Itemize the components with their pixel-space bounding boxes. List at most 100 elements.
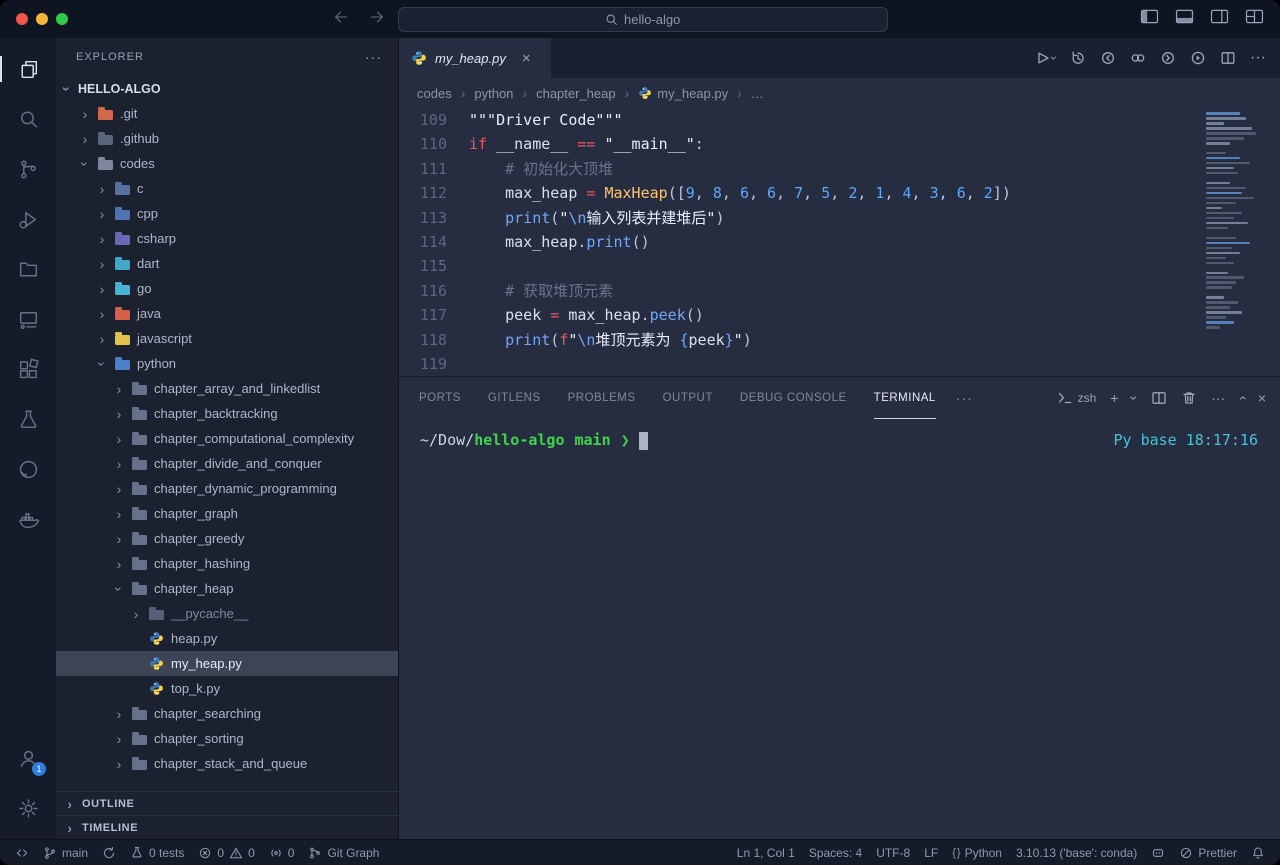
- maximize-panel-icon[interactable]: ›: [1233, 396, 1249, 401]
- activity-settings[interactable]: [0, 783, 56, 833]
- tree-item-chapter_sorting[interactable]: ›chapter_sorting: [56, 726, 398, 751]
- navigate-forward-icon[interactable]: [368, 8, 386, 31]
- tree-item-java[interactable]: ›java: [56, 301, 398, 326]
- minimize-window-button[interactable]: [36, 13, 48, 25]
- tree-root-hello-algo[interactable]: › HELLO-ALGO: [56, 76, 398, 101]
- branch-indicator[interactable]: main: [36, 840, 95, 865]
- code-line[interactable]: # 获取堆顶元素: [469, 279, 1011, 303]
- panel-more-actions-icon[interactable]: ···: [1211, 390, 1225, 406]
- run-python-file-button[interactable]: ›: [1034, 50, 1056, 66]
- code-line[interactable]: print(f"\n堆顶元素为 {peek}"): [469, 328, 1011, 352]
- activity-accounts[interactable]: 1: [0, 733, 56, 783]
- panel-tab-problems[interactable]: PROBLEMS: [568, 377, 636, 419]
- editor-more-actions-icon[interactable]: ···: [1250, 49, 1266, 67]
- timeline-section[interactable]: › TIMELINE: [56, 815, 398, 839]
- tab-my-heap-py[interactable]: my_heap.py ×: [399, 38, 551, 78]
- new-terminal-button[interactable]: +: [1110, 390, 1118, 406]
- tree-item-csharp[interactable]: ›csharp: [56, 226, 398, 251]
- tree-item-chapter_divide_and_conquer[interactable]: ›chapter_divide_and_conquer: [56, 451, 398, 476]
- broadcast-indicator[interactable]: 0: [262, 840, 302, 865]
- terminal-dropdown-icon[interactable]: ›: [1127, 396, 1143, 401]
- git-graph-button[interactable]: Git Graph: [301, 840, 386, 865]
- file-history-icon[interactable]: [1070, 50, 1086, 66]
- kill-terminal-icon[interactable]: [1181, 390, 1197, 406]
- navigate-back-icon[interactable]: [332, 8, 350, 31]
- breadcrumb-my-heap-py[interactable]: my_heap.py: [638, 86, 728, 101]
- python-interpreter[interactable]: 3.10.13 ('base': conda): [1009, 846, 1144, 860]
- code-line[interactable]: # 初始化大顶堆: [469, 157, 1011, 181]
- cursor-position[interactable]: Ln 1, Col 1: [730, 846, 802, 860]
- sync-changes-button[interactable]: [95, 840, 123, 865]
- tree-item-my_heap.py[interactable]: ›my_heap.py: [56, 651, 398, 676]
- split-editor-icon[interactable]: [1220, 50, 1236, 66]
- panel-tab-gitlens[interactable]: GITLENS: [488, 377, 541, 419]
- terminal[interactable]: ~/Dow/hello-algomain❯ Py base 18:17:16: [399, 419, 1280, 839]
- open-changes-next-icon[interactable]: [1160, 50, 1176, 66]
- toggle-sidebar-icon[interactable]: [1140, 9, 1159, 29]
- panel-tab-terminal[interactable]: TERMINAL: [874, 377, 936, 419]
- activity-run-debug[interactable]: [0, 194, 56, 244]
- indentation-setting[interactable]: Spaces: 4: [802, 846, 869, 860]
- code-line[interactable]: max_heap.print(): [469, 230, 1011, 254]
- eol-setting[interactable]: LF: [917, 846, 945, 860]
- tree-item-python[interactable]: ›python: [56, 351, 398, 376]
- tree-item-c[interactable]: ›c: [56, 176, 398, 201]
- activity-file-explorer[interactable]: [0, 244, 56, 294]
- tree-item-cpp[interactable]: ›cpp: [56, 201, 398, 226]
- open-changes-prev-icon[interactable]: [1100, 50, 1116, 66]
- code-line[interactable]: peek = max_heap.peek(): [469, 303, 1011, 327]
- tree-item-chapter_hashing[interactable]: ›chapter_hashing: [56, 551, 398, 576]
- code-line[interactable]: max_heap = MaxHeap([9, 8, 6, 6, 7, 5, 2,…: [469, 181, 1011, 205]
- tree-item-.git[interactable]: ›.git: [56, 101, 398, 126]
- explorer-more-actions-icon[interactable]: ···: [365, 49, 382, 65]
- code-line[interactable]: """Driver Code""": [469, 108, 1011, 132]
- tree-item-chapter_graph[interactable]: ›chapter_graph: [56, 501, 398, 526]
- tree-item-chapter_array_and_linkedlist[interactable]: ›chapter_array_and_linkedlist: [56, 376, 398, 401]
- close-window-button[interactable]: [16, 13, 28, 25]
- tree-item-__pycache__[interactable]: ›__pycache__: [56, 601, 398, 626]
- outline-section[interactable]: › OUTLINE: [56, 791, 398, 815]
- breadcrumb-chapter-heap[interactable]: chapter_heap: [536, 86, 616, 101]
- activity-explorer[interactable]: [0, 44, 56, 94]
- tree-item-chapter_dynamic_programming[interactable]: ›chapter_dynamic_programming: [56, 476, 398, 501]
- tests-indicator[interactable]: 0 tests: [123, 840, 191, 865]
- activity-source-control[interactable]: [0, 144, 56, 194]
- command-center-search[interactable]: hello-algo: [398, 7, 888, 32]
- run-dropdown-icon[interactable]: ›: [1047, 56, 1061, 60]
- notifications-bell[interactable]: [1244, 846, 1272, 860]
- close-panel-icon[interactable]: ×: [1258, 390, 1266, 406]
- tree-item-chapter_stack_and_queue[interactable]: ›chapter_stack_and_queue: [56, 751, 398, 776]
- tree-item-chapter_backtracking[interactable]: ›chapter_backtracking: [56, 401, 398, 426]
- run-interactive-icon[interactable]: [1190, 50, 1206, 66]
- panel-tabs-more-icon[interactable]: ···: [956, 390, 973, 406]
- code-line[interactable]: [469, 254, 1011, 278]
- problems-indicator[interactable]: 0 0: [191, 840, 261, 865]
- open-changes-icon[interactable]: [1130, 50, 1146, 66]
- panel-tab-output[interactable]: OUTPUT: [663, 377, 713, 419]
- activity-docker[interactable]: [0, 494, 56, 544]
- remote-indicator[interactable]: [8, 840, 36, 865]
- tree-item-heap.py[interactable]: ›heap.py: [56, 626, 398, 651]
- panel-tab-debug-console[interactable]: DEBUG CONSOLE: [740, 377, 847, 419]
- activity-testing[interactable]: [0, 394, 56, 444]
- split-terminal-icon[interactable]: [1151, 390, 1167, 406]
- encoding-setting[interactable]: UTF-8: [869, 846, 917, 860]
- panel-tab-ports[interactable]: PORTS: [419, 377, 461, 419]
- tree-item-javascript[interactable]: ›javascript: [56, 326, 398, 351]
- activity-extensions[interactable]: [0, 344, 56, 394]
- close-tab-icon[interactable]: ×: [522, 50, 531, 67]
- minimap[interactable]: [1206, 112, 1268, 329]
- breadcrumb-codes[interactable]: codes: [417, 86, 452, 101]
- terminal-shell-selector[interactable]: zsh: [1057, 390, 1097, 406]
- code-line[interactable]: [469, 352, 1011, 376]
- toggle-panel-icon[interactable]: [1175, 9, 1194, 29]
- tree-item-chapter_heap[interactable]: ›chapter_heap: [56, 576, 398, 601]
- tree-item-top_k.py[interactable]: ›top_k.py: [56, 676, 398, 701]
- tree-item-dart[interactable]: ›dart: [56, 251, 398, 276]
- breadcrumb-python[interactable]: python: [474, 86, 513, 101]
- language-mode[interactable]: { }Python: [945, 846, 1009, 860]
- activity-github[interactable]: [0, 444, 56, 494]
- tree-item-go[interactable]: ›go: [56, 276, 398, 301]
- toggle-secondary-sidebar-icon[interactable]: [1210, 9, 1229, 29]
- zoom-window-button[interactable]: [56, 13, 68, 25]
